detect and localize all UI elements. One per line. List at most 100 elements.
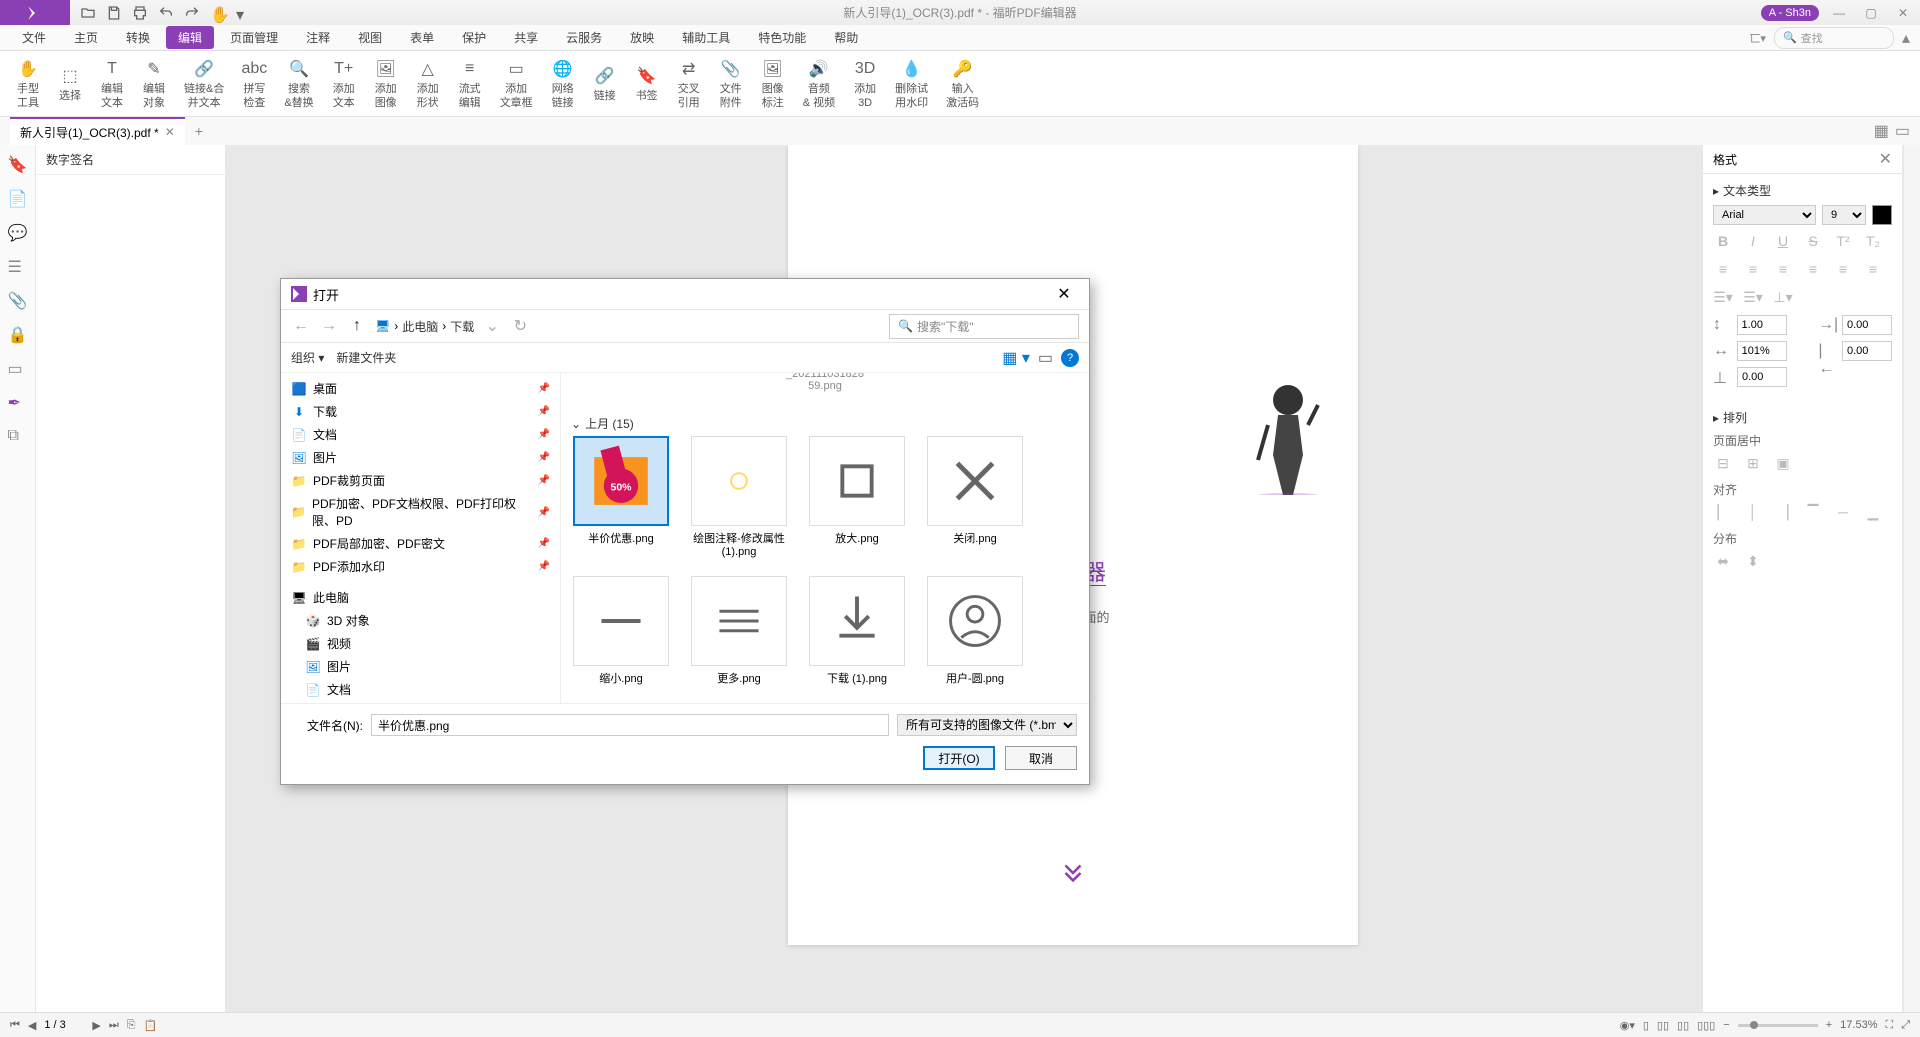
pin-icon[interactable]: 📌 — [538, 561, 550, 572]
file-item[interactable]: 放大.png — [807, 436, 907, 558]
single-page-icon[interactable]: ▯ — [1643, 1019, 1649, 1032]
superscript-icon[interactable]: T² — [1833, 231, 1853, 251]
zoom-slider[interactable] — [1738, 1024, 1818, 1027]
dialog-search[interactable]: 🔍 搜索"下载" — [889, 314, 1079, 339]
file-item[interactable]: 用户-圆.png — [925, 576, 1025, 686]
zoom-value[interactable]: 17.53% — [1840, 1019, 1877, 1031]
tree-item-PDF加密、PDF文档权限、PDF打印权限、PD[interactable]: 📁PDF加密、PDF文档权限、PDF打印权限、PD📌 — [281, 492, 560, 532]
zoom-out-icon[interactable]: − — [1723, 1019, 1729, 1031]
ribbon-编辑文本[interactable]: T编辑 文本 — [92, 55, 132, 112]
pin-icon[interactable]: 📌 — [538, 429, 550, 440]
ribbon-添加文本[interactable]: T+添加 文本 — [324, 55, 364, 112]
ribbon-图像标注[interactable]: 🖼图像 标注 — [753, 55, 793, 112]
path-dropdown-icon[interactable]: ⌄ — [482, 316, 502, 336]
tree-item-桌面[interactable]: 🟦桌面📌 — [281, 377, 560, 400]
touch-icon[interactable]: ✋ — [210, 5, 226, 21]
menu-辅助工具[interactable]: 辅助工具 — [670, 26, 742, 49]
underline-icon[interactable]: U — [1773, 231, 1793, 251]
save-icon[interactable] — [106, 5, 122, 21]
font-size-select[interactable]: 9 — [1822, 205, 1866, 225]
comments-icon[interactable]: 💬 — [8, 223, 28, 243]
center-both-icon[interactable]: ▣ — [1773, 453, 1793, 473]
align-justify3-icon[interactable]: ≡ — [1863, 259, 1883, 279]
zoom-in-icon[interactable]: + — [1826, 1019, 1832, 1031]
user-badge[interactable]: A - Sh3n — [1761, 5, 1819, 21]
align-t-icon[interactable]: ▔ — [1803, 502, 1823, 522]
menu-dropdown-icon[interactable]: 匸▾ — [1749, 30, 1766, 46]
menu-转换[interactable]: 转换 — [114, 26, 162, 49]
center-h-icon[interactable]: ⊟ — [1713, 453, 1733, 473]
view-grid-icon[interactable]: ▦ — [1874, 121, 1889, 141]
align-justify-icon[interactable]: ≡ — [1803, 259, 1823, 279]
security-icon[interactable]: 🔒 — [8, 325, 28, 345]
italic-icon[interactable]: I — [1743, 231, 1763, 251]
tree-item-3D 对象[interactable]: 🎲3D 对象 — [281, 609, 560, 632]
add-tab-button[interactable]: + — [195, 123, 203, 139]
attachments-icon[interactable]: 📎 — [8, 291, 28, 311]
view-mode-button[interactable]: ▦ ▾ — [1002, 348, 1030, 368]
align-c-icon[interactable]: │ — [1743, 502, 1763, 522]
redo-icon[interactable] — [184, 5, 200, 21]
ribbon-添加图像[interactable]: 🖼添加 图像 — [366, 55, 406, 112]
pin-icon[interactable]: 📌 — [538, 452, 550, 463]
refresh-icon[interactable]: ↻ — [510, 316, 530, 336]
align-r-icon[interactable]: ▕ — [1773, 502, 1793, 522]
signature-icon[interactable]: ✒ — [8, 393, 28, 413]
font-color-swatch[interactable] — [1872, 205, 1892, 225]
next-page-icon[interactable]: ▶ — [92, 1019, 100, 1032]
vertical-scrollbar[interactable] — [1904, 145, 1920, 1012]
list-number-icon[interactable]: ☰▾ — [1743, 287, 1763, 307]
ribbon-添加3D[interactable]: 3D添加 3D — [845, 55, 885, 112]
breadcrumb[interactable]: 🖥 › 此电脑 › 下载 — [375, 318, 474, 335]
align-left-icon[interactable]: ≡ — [1713, 259, 1733, 279]
menu-主页[interactable]: 主页 — [62, 26, 110, 49]
baseline-input[interactable] — [1737, 367, 1787, 387]
ribbon-添加形状[interactable]: △添加 形状 — [408, 55, 448, 112]
file-item[interactable]: 更多.png — [689, 576, 789, 686]
open-button[interactable]: 打开(O) — [923, 746, 995, 770]
maximize-button[interactable]: ▢ — [1859, 5, 1883, 21]
preview-pane-button[interactable]: ▭ — [1038, 348, 1053, 368]
organize-button[interactable]: 组织 ▾ — [291, 349, 324, 366]
scale-input[interactable] — [1737, 341, 1787, 361]
tree-item-PDF裁剪页面[interactable]: 📁PDF裁剪页面📌 — [281, 469, 560, 492]
qat-dropdown-icon[interactable]: ▾ — [236, 5, 252, 21]
tree-item-文档[interactable]: 📄文档 — [281, 678, 560, 701]
dist-v-icon[interactable]: ⬍ — [1743, 551, 1763, 571]
pin-icon[interactable]: 📌 — [538, 475, 550, 486]
bookmark-icon[interactable]: 🔖 — [8, 155, 28, 175]
pin-icon[interactable]: 📌 — [538, 406, 550, 417]
ribbon-交叉引用[interactable]: ⇄交叉 引用 — [669, 55, 709, 112]
view-mode-icon[interactable]: ◉▾ — [1620, 1019, 1635, 1032]
group-label[interactable]: ⌄ 上月 (15) — [571, 415, 1079, 432]
first-page-icon[interactable]: ⏮ — [10, 1019, 20, 1032]
tree-this-pc[interactable]: 🖥此电脑 — [281, 586, 560, 609]
copy-icon[interactable]: ⎘ — [127, 1019, 136, 1032]
line-spacing-input[interactable] — [1737, 315, 1787, 335]
list-bullet-icon[interactable]: ☰▾ — [1713, 287, 1733, 307]
ribbon-删除试用水印[interactable]: 💧删除试 用水印 — [887, 55, 936, 112]
ribbon-选择[interactable]: ⬚选择 — [50, 55, 90, 112]
menu-编辑[interactable]: 编辑 — [166, 26, 214, 49]
align-l-icon[interactable]: ▏ — [1713, 502, 1733, 522]
format-close-icon[interactable]: ✕ — [1879, 149, 1892, 169]
format-tab-label[interactable]: 格式 — [1713, 151, 1737, 168]
fit-width-icon[interactable]: ⛶ — [1885, 1019, 1893, 1032]
menu-注释[interactable]: 注释 — [294, 26, 342, 49]
tree-item-下载[interactable]: ⬇下载📌 — [281, 400, 560, 423]
menu-视图[interactable]: 视图 — [346, 26, 394, 49]
ribbon-书签[interactable]: 🔖书签 — [627, 55, 667, 112]
dialog-close-button[interactable]: ✕ — [1049, 282, 1079, 306]
fields-icon[interactable]: ▭ — [8, 359, 28, 379]
strikethrough-icon[interactable]: S — [1803, 231, 1823, 251]
filter-select[interactable]: 所有可支持的图像文件 (*.bmp — [897, 714, 1077, 736]
ribbon-文件附件[interactable]: 📎文件 附件 — [711, 55, 751, 112]
menu-云服务[interactable]: 云服务 — [554, 26, 614, 49]
ribbon-编辑对象[interactable]: ✎编辑 对象 — [134, 55, 174, 112]
tree-item-PDF添加水印[interactable]: 📁PDF添加水印📌 — [281, 555, 560, 578]
tree-item-视频[interactable]: 🎬视频 — [281, 632, 560, 655]
help-icon[interactable]: ? — [1061, 349, 1079, 367]
menu-collapse-icon[interactable]: ▴ — [1902, 28, 1910, 48]
menu-文件[interactable]: 文件 — [10, 26, 58, 49]
nav-back-icon[interactable]: ← — [291, 316, 311, 336]
